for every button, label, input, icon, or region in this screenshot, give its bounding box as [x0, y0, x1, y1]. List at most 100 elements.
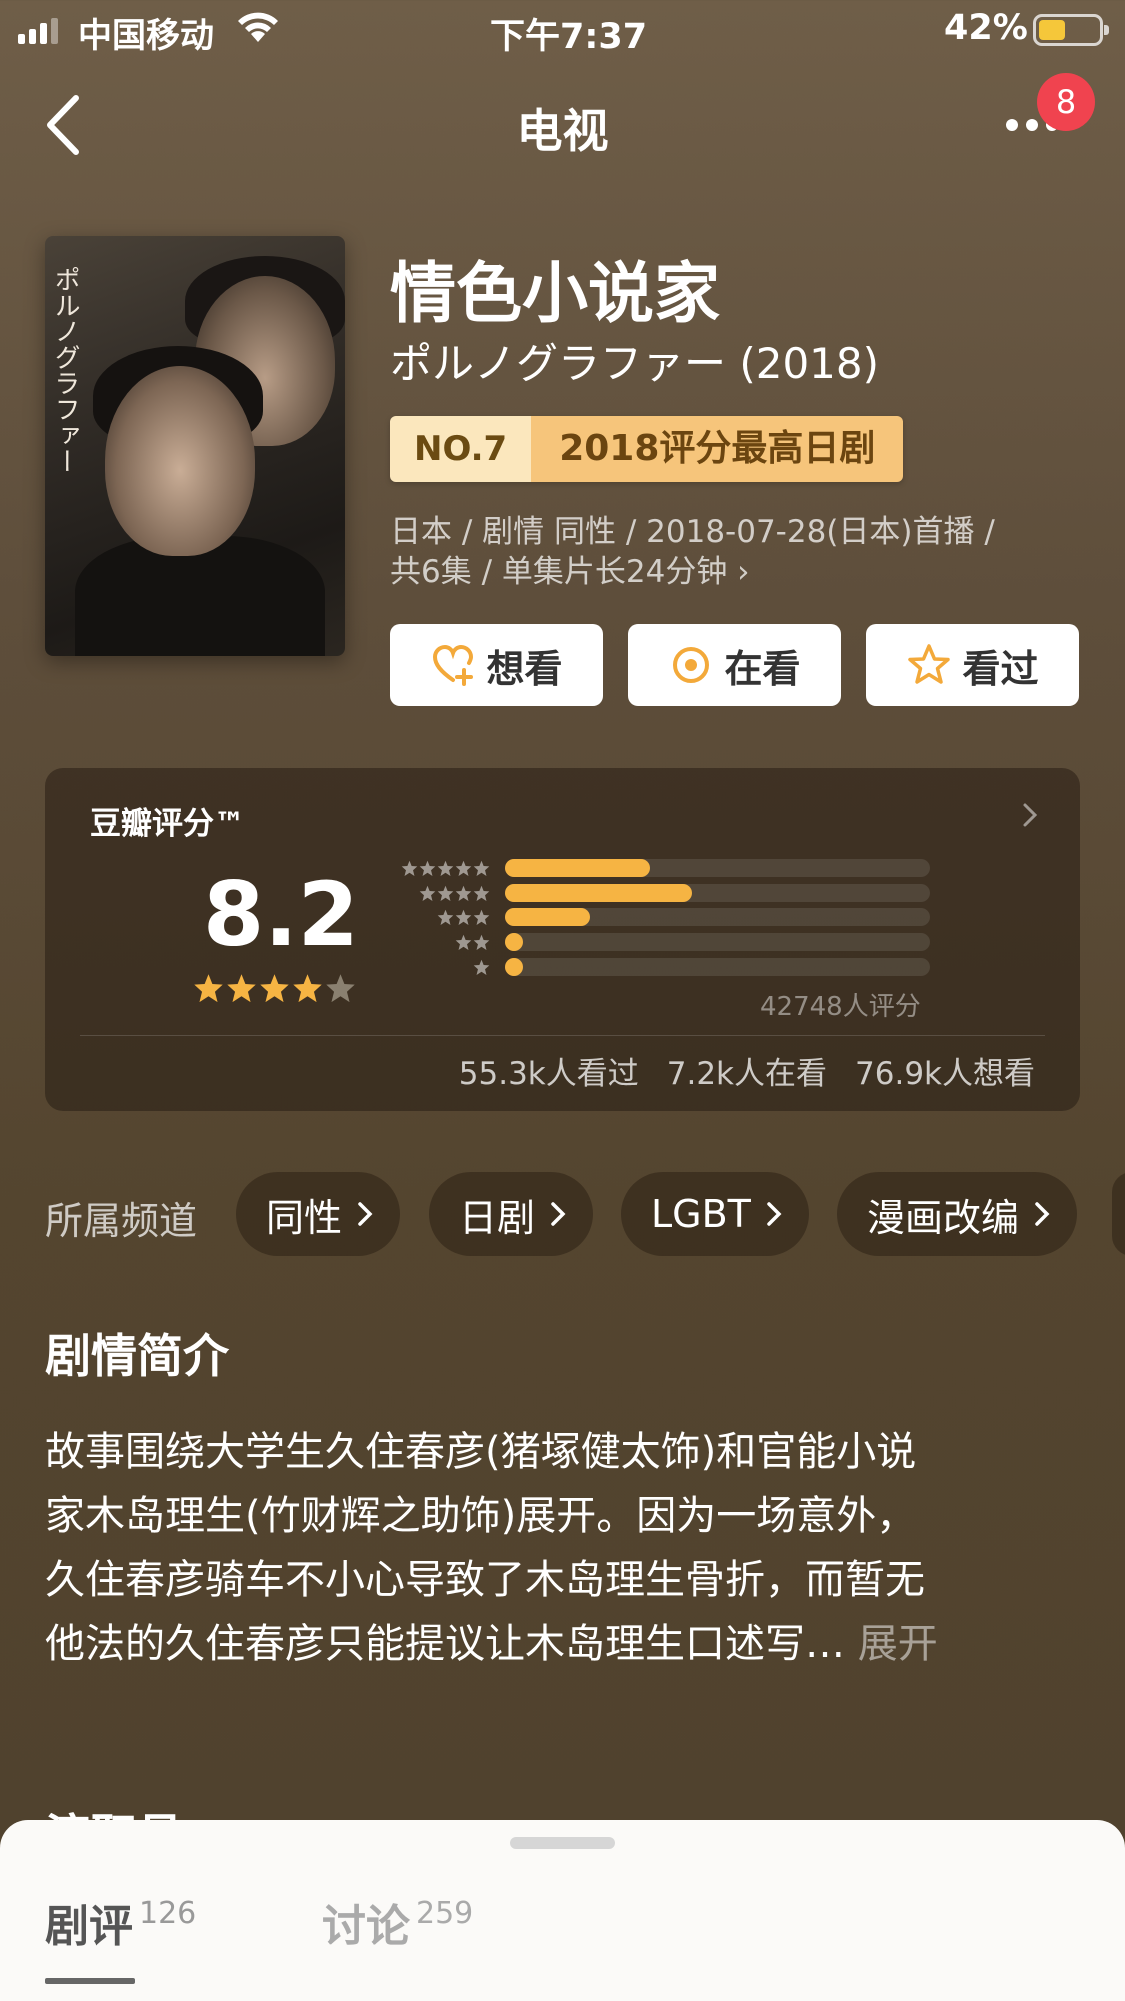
- rating-row-stars: [380, 860, 490, 877]
- notification-badge: 8: [1037, 73, 1095, 131]
- signal-icon: [18, 18, 58, 44]
- battery-icon: [1033, 14, 1109, 46]
- original-title: ポルノグラファー (2018): [390, 339, 880, 388]
- rating-bar: [505, 908, 590, 926]
- channel-chip-overflow[interactable]: [1112, 1172, 1125, 1256]
- rank-number: NO.7: [390, 416, 532, 482]
- star-mini-icon: [419, 885, 436, 901]
- channel-label: 同性: [266, 1195, 343, 1240]
- tab-discussions[interactable]: 讨论 259: [322, 1890, 473, 1954]
- star-mini-icon: [437, 860, 454, 876]
- channel-label: LGBT: [651, 1192, 751, 1236]
- star-mini-icon: [473, 860, 490, 876]
- synopsis-text[interactable]: 故事围绕大学生久住春彦(猪塚健太饰)和官能小说 家木岛理生(竹财辉之助饰)展开。…: [45, 1420, 1085, 1676]
- watched-count: 55.3k人看过: [458, 1056, 639, 1092]
- show-title: 情色小说家: [390, 255, 720, 332]
- poster-image[interactable]: ポルノグラファー: [45, 236, 345, 656]
- channels-label: 所属频道: [45, 1199, 198, 1243]
- rating-total: 42748人评分: [760, 992, 921, 1022]
- rating-bar-track: [505, 958, 930, 976]
- rating-score: 8.2: [203, 863, 359, 966]
- star-mini-icon: [455, 934, 472, 950]
- star-mini-icon: [455, 885, 472, 901]
- rating-row-stars: [380, 885, 490, 902]
- battery-percent: 42%: [944, 8, 1028, 48]
- rating-bar: [505, 859, 650, 877]
- watched-label: 看过: [962, 646, 1039, 691]
- rating-bar: [505, 884, 692, 902]
- rating-row-stars: [380, 934, 490, 951]
- synopsis-title: 剧情简介: [45, 1329, 229, 1383]
- rating-row-1-star: [380, 958, 930, 976]
- tab-discussions-count: 259: [416, 1896, 474, 1931]
- chevron-right-icon: [551, 1202, 566, 1226]
- star-mini-icon: [437, 909, 454, 925]
- divider: [80, 1035, 1045, 1036]
- star-mini-icon: [419, 860, 436, 876]
- want-to-watch-button[interactable]: 想看: [390, 624, 603, 706]
- rating-bar: [505, 958, 523, 976]
- tab-discussions-label: 讨论: [322, 1901, 410, 1952]
- rating-row-stars: [380, 909, 490, 926]
- watching-label: 在看: [724, 646, 801, 691]
- status-bar: 中国移动 下午7:37 42%: [0, 0, 1125, 60]
- carrier-name: 中国移动: [78, 16, 214, 56]
- star-mini-icon: [473, 885, 490, 901]
- star-mini-icon: [455, 909, 472, 925]
- star-mini-icon: [437, 885, 454, 901]
- drag-handle[interactable]: [510, 1837, 615, 1849]
- rating-stars: [193, 973, 356, 1004]
- watched-button[interactable]: 看过: [866, 624, 1079, 706]
- chevron-right-icon: [358, 1202, 373, 1226]
- tab-reviews[interactable]: 剧评 126: [45, 1890, 196, 1954]
- chevron-right-icon: [1035, 1202, 1050, 1226]
- synopsis-line: 故事围绕大学生久住春彦(猪塚健太饰)和官能小说: [45, 1429, 917, 1475]
- star-filled-icon: [194, 974, 223, 1003]
- watching-count: 7.2k人在看: [666, 1056, 828, 1092]
- synopsis-line: 久住春彦骑车不小心导致了木岛理生骨折，而暂无: [45, 1557, 925, 1603]
- chevron-right-icon: [767, 1202, 782, 1226]
- star-filled-icon: [293, 974, 322, 1003]
- show-meta[interactable]: 日本 / 剧情 同性 / 2018-07-28(日本)首播 / 共6集 / 单集…: [390, 512, 1090, 592]
- meta-line-2: 共6集 / 单集片长24分钟 ›: [390, 554, 750, 590]
- bottom-sheet[interactable]: 剧评 126 讨论 259: [0, 1820, 1125, 2001]
- rating-bar: [505, 933, 523, 951]
- rating-card[interactable]: 豆瓣评分™ 8.2 42748人评分 55.3k人看过 7.2k人在看 76.9…: [45, 768, 1080, 1111]
- channel-chip[interactable]: 漫画改编: [837, 1172, 1078, 1256]
- star-mini-icon: [473, 934, 490, 950]
- expand-link[interactable]: 展开: [845, 1621, 938, 1667]
- star-mini-icon: [473, 909, 490, 925]
- heart-plus-icon: [433, 644, 474, 686]
- want-count: 76.9k人想看: [855, 1056, 1035, 1092]
- rating-row-2-star: [380, 933, 930, 951]
- synopsis-line: 他法的久住春彦只能提议让木岛理生口述写…: [45, 1621, 845, 1667]
- meta-line-1: 日本 / 剧情 同性 / 2018-07-28(日本)首播 /: [390, 514, 995, 550]
- watching-button[interactable]: 在看: [628, 624, 841, 706]
- poster-title-text: ポルノグラファー: [50, 266, 80, 474]
- rank-description: 2018评分最高日剧: [531, 416, 904, 482]
- channel-chip[interactable]: LGBT: [621, 1172, 809, 1256]
- tab-indicator: [45, 1978, 135, 1984]
- star-mini-icon: [473, 959, 490, 975]
- rank-badge[interactable]: NO.7 2018评分最高日剧: [390, 416, 904, 482]
- rating-row-5-star: [380, 859, 930, 877]
- tab-reviews-count: 126: [139, 1896, 197, 1931]
- channel-label: 日剧: [459, 1195, 536, 1240]
- clock: 下午7:37: [490, 17, 648, 57]
- want-label: 想看: [486, 646, 563, 691]
- star-mini-icon: [455, 860, 472, 876]
- channel-chip[interactable]: 同性: [236, 1172, 401, 1256]
- synopsis-line: 家木岛理生(竹财辉之助饰)展开。因为一场意外，: [45, 1493, 917, 1539]
- channel-chip[interactable]: 日剧: [429, 1172, 594, 1256]
- watch-counts: 55.3k人看过 7.2k人在看 76.9k人想看: [459, 1048, 1035, 1093]
- star-outline-icon: [908, 644, 951, 684]
- channel-label: 漫画改编: [867, 1195, 1020, 1240]
- rating-row-3-star: [380, 908, 930, 926]
- chevron-right-icon[interactable]: [1020, 800, 1040, 830]
- rating-row-stars: [380, 959, 490, 976]
- rating-row-4-star: [380, 884, 930, 902]
- rating-label: 豆瓣评分™: [90, 806, 245, 842]
- star-filled-icon: [260, 974, 289, 1003]
- star-mini-icon: [401, 860, 418, 876]
- target-icon: [673, 647, 710, 683]
